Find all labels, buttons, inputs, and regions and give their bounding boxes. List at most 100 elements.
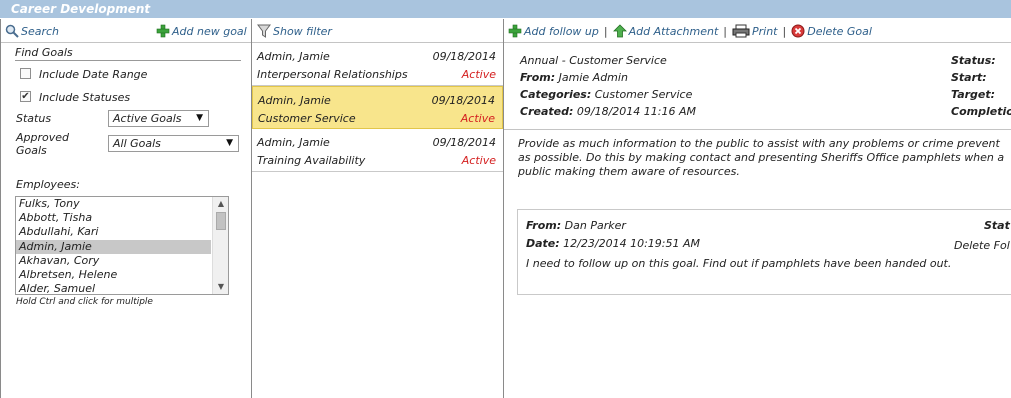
add-new-goal-button[interactable]: Add new goal xyxy=(156,24,247,38)
goal-status: Active xyxy=(460,112,495,125)
goal-title: Training Availability xyxy=(257,154,366,167)
employee-item[interactable]: Alder, Samuel xyxy=(16,282,211,294)
goal-date: 09/18/2014 xyxy=(432,136,496,149)
goal-title: Customer Service xyxy=(258,112,356,125)
goal-status: Active xyxy=(461,68,496,81)
followup-date: Date: 12/23/2014 10:19:51 AM xyxy=(526,237,700,250)
goal-completion-field: Completio xyxy=(951,105,1011,118)
include-date-range-checkbox[interactable] xyxy=(20,68,31,79)
find-goals-divider xyxy=(15,60,241,61)
include-date-range-label: Include Date Range xyxy=(39,68,148,81)
goal-employee: Admin, Jamie xyxy=(257,50,330,63)
add-attachment-label: Add Attachment xyxy=(628,24,719,38)
scroll-thumb[interactable] xyxy=(216,212,226,230)
goal-title: Interpersonal Relationships xyxy=(257,68,408,81)
toolbar-separator: | xyxy=(723,24,727,38)
approved-label-line1: Approved xyxy=(16,131,70,144)
goals-toolbar: Show filter xyxy=(252,19,503,43)
followup-card: From: Dan Parker Date: 12/23/2014 10:19:… xyxy=(517,209,1011,295)
search-button[interactable]: Search xyxy=(5,24,59,38)
approved-select-value: All Goals xyxy=(113,137,161,150)
goal-start-field: Start: xyxy=(951,71,987,84)
goal-detail-panel: Add follow up | Add Attachment | Print | xyxy=(504,19,1011,398)
add-new-goal-label: Add new goal xyxy=(172,24,247,38)
scroll-up-icon[interactable]: ▲ xyxy=(213,197,228,211)
add-follow-up-button[interactable]: Add follow up xyxy=(508,24,599,38)
goal-type-line: Annual - Customer Service xyxy=(520,54,667,67)
add-attachment-button[interactable]: Add Attachment xyxy=(612,24,719,38)
employee-item[interactable]: Fulks, Tony xyxy=(16,197,211,211)
show-filter-label: Show filter xyxy=(273,24,332,38)
print-label: Print xyxy=(752,24,778,38)
app-title: Career Development xyxy=(0,0,1011,18)
approved-goals-select[interactable]: All Goals ▼ xyxy=(108,135,239,152)
delete-goal-label: Delete Goal xyxy=(807,24,872,38)
goal-row-selected[interactable]: Admin, Jamie 09/18/2014 Customer Service… xyxy=(252,86,503,129)
add-follow-up-label: Add follow up xyxy=(524,24,599,38)
status-label: Status xyxy=(16,112,52,125)
employee-item[interactable]: Albretsen, Helene xyxy=(16,268,211,282)
goal-status: Active xyxy=(461,154,496,167)
status-select[interactable]: Active Goals ▼ xyxy=(108,110,209,127)
goal-description: Provide as much information to the publi… xyxy=(518,137,1011,179)
approved-goals-label: Approved Goals xyxy=(16,131,69,157)
search-icon xyxy=(5,24,19,38)
goal-from-label: From: xyxy=(520,71,556,84)
goal-from-value: Jamie Admin xyxy=(558,71,628,84)
goal-actions: Add follow up | Add Attachment | Print | xyxy=(508,24,872,38)
employee-item[interactable]: Abdullahi, Kari xyxy=(16,225,211,239)
print-button[interactable]: Print xyxy=(732,24,778,38)
printer-icon xyxy=(732,24,750,38)
include-statuses-label: Include Statuses xyxy=(39,91,131,104)
status-select-value: Active Goals xyxy=(113,112,182,125)
employees-listbox[interactable]: Fulks, Tony Abbott, Tisha Abdullahi, Kar… xyxy=(15,196,229,295)
followup-from: From: Dan Parker xyxy=(526,219,626,232)
goal-status-label: Status: xyxy=(951,54,996,67)
goal-target-field: Target: xyxy=(951,88,995,101)
goal-row[interactable]: Admin, Jamie 09/18/2014 Interpersonal Re… xyxy=(252,43,503,86)
followup-status-field: Stat xyxy=(984,219,1010,232)
show-filter-button[interactable]: Show filter xyxy=(257,24,332,38)
detail-divider xyxy=(504,129,1011,130)
goal-row[interactable]: Admin, Jamie 09/18/2014 Training Availab… xyxy=(252,129,503,172)
goal-start-label: Start: xyxy=(951,71,987,84)
goal-from: From: Jamie Admin xyxy=(520,71,628,84)
followup-status-label: Stat xyxy=(984,219,1010,232)
goal-employee: Admin, Jamie xyxy=(257,136,330,149)
goals-list-panel: Show filter Admin, Jamie 09/18/2014 Inte… xyxy=(252,19,504,398)
include-statuses-checkbox[interactable]: ✔ xyxy=(20,91,31,102)
goal-target-label: Target: xyxy=(951,88,996,101)
goal-categories-value: Customer Service xyxy=(594,88,693,101)
approved-label-line2: Goals xyxy=(16,144,47,157)
goal-created-value: 09/18/2014 11:16 AM xyxy=(576,105,696,118)
goal-search-panel: Search Add new goal Find Goals Include D… xyxy=(0,19,252,398)
employees-label: Employees: xyxy=(16,178,80,191)
goal-categories: Categories: Customer Service xyxy=(520,88,692,101)
followup-from-label: From: xyxy=(526,219,562,232)
scroll-down-icon[interactable]: ▼ xyxy=(213,280,228,294)
followup-date-label: Date: xyxy=(526,237,560,250)
plus-icon xyxy=(156,24,170,38)
toolbar-separator: | xyxy=(603,24,608,38)
goal-date: 09/18/2014 xyxy=(431,94,495,107)
followup-text: I need to follow up on this goal. Find o… xyxy=(526,257,952,270)
goal-employee: Admin, Jamie xyxy=(258,94,331,107)
multi-select-hint: Hold Ctrl and click for multiple xyxy=(16,297,153,307)
goal-actions-toolbar: Add follow up | Add Attachment | Print | xyxy=(504,19,1011,43)
filter-icon xyxy=(257,24,271,38)
followup-from-value: Dan Parker xyxy=(564,219,626,232)
delete-followup-button[interactable]: Delete Fol xyxy=(954,239,1010,252)
find-goals-heading: Find Goals xyxy=(15,46,73,59)
delete-goal-button[interactable]: Delete Goal xyxy=(791,24,872,38)
employee-item[interactable]: Akhavan, Cory xyxy=(16,254,211,268)
employee-item-selected[interactable]: Admin, Jamie xyxy=(16,239,211,254)
plus-icon xyxy=(508,24,522,38)
goal-description-line: public making them aware of resources. xyxy=(518,165,740,178)
toolbar-separator: | xyxy=(782,24,787,38)
goal-completion-label: Completio xyxy=(951,105,1011,118)
search-label: Search xyxy=(21,24,60,38)
goal-created-label: Created: xyxy=(520,105,574,118)
employee-item[interactable]: Abbott, Tisha xyxy=(16,211,211,225)
listbox-scrollbar[interactable]: ▲ ▼ xyxy=(212,197,228,294)
search-toolbar: Search Add new goal xyxy=(1,19,251,43)
